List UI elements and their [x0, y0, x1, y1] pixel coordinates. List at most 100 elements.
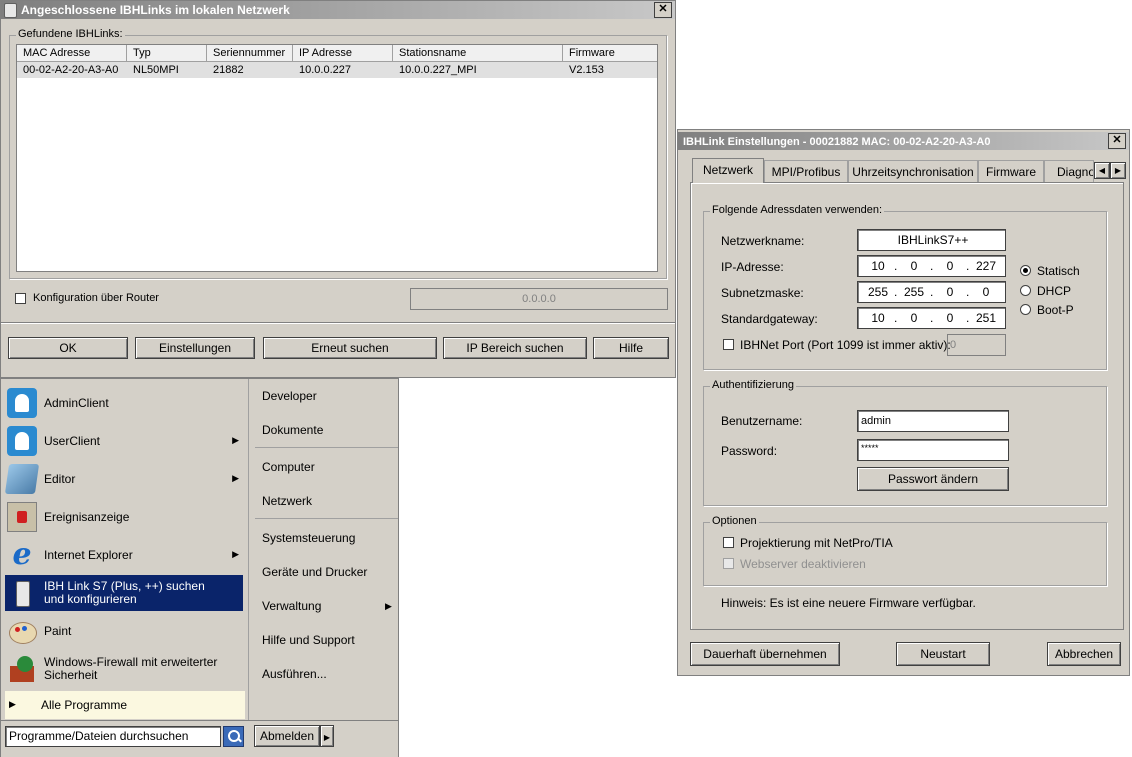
ip-dot: .	[930, 259, 934, 273]
restart-button[interactable]: Neustart	[896, 642, 990, 666]
tab-scroll-right-icon[interactable]: ▶	[1110, 162, 1126, 179]
right-item-run[interactable]: Ausführen...	[262, 667, 327, 681]
settings-button[interactable]: Einstellungen	[135, 337, 255, 359]
tab-scroll-left-icon[interactable]: ◀	[1094, 162, 1110, 179]
app-icon	[4, 3, 17, 18]
arrow-right-icon: ▶	[9, 699, 16, 709]
ip-dot: .	[966, 259, 970, 273]
webserver-checkbox[interactable]	[723, 558, 734, 569]
right-item-administration[interactable]: Verwaltung	[262, 599, 321, 613]
tab-diagnostics[interactable]: Diagno	[1044, 160, 1094, 182]
program-item-paint[interactable]: Paint	[5, 613, 243, 649]
search-icon[interactable]	[223, 726, 244, 747]
all-programs[interactable]: ▶ Alle Programme	[5, 691, 245, 719]
radio-dhcp[interactable]	[1020, 285, 1031, 296]
gateway-input[interactable]: 10 . 0 . 0 . 251	[857, 307, 1006, 329]
ip-range-button[interactable]: IP Bereich suchen	[443, 337, 587, 359]
subnet-mask-input[interactable]: 255 . 255 . 0 . 0	[857, 281, 1006, 303]
logoff-options-button[interactable]: ▶	[320, 725, 334, 747]
ok-button[interactable]: OK	[8, 337, 128, 359]
admin-client-icon	[7, 388, 37, 418]
ibhnet-port-label: IBHNet Port (Port 1099 ist immer aktiv):	[740, 338, 951, 352]
right-item-developer[interactable]: Developer	[262, 389, 317, 403]
firmware-hint: Hinweis: Es ist eine neuere Firmware ver…	[721, 596, 976, 610]
cancel-button[interactable]: Abbrechen	[1047, 642, 1121, 666]
logoff-label: Abmelden	[259, 729, 315, 743]
program-label: UserClient	[44, 433, 101, 448]
port-input[interactable]: 0	[947, 334, 1006, 356]
group-label: Folgende Adressdaten verwenden:	[710, 204, 885, 216]
ip-octet: 0	[982, 285, 990, 299]
column-header-type[interactable]: Typ	[127, 45, 207, 61]
right-item-network[interactable]: Netzwerk	[262, 494, 312, 508]
options-group: Optionen	[703, 515, 1107, 586]
help-button[interactable]: Hilfe	[593, 337, 669, 359]
tab-firmware[interactable]: Firmware	[978, 160, 1044, 182]
right-item-computer[interactable]: Computer	[262, 460, 315, 474]
column-header-ip[interactable]: IP Adresse	[293, 45, 393, 61]
radio-dhcp-label: DHCP	[1037, 284, 1072, 298]
right-item-help-support[interactable]: Hilfe und Support	[262, 633, 355, 647]
netname-input[interactable]: IBHLinkS7++	[857, 229, 1006, 251]
port-value: 0	[950, 339, 957, 351]
ip-octet: 10	[871, 311, 885, 325]
program-item-ibh-link[interactable]: IBH Link S7 (Plus, ++) suchen und konfig…	[5, 575, 243, 611]
column-header-firmware[interactable]: Firmware	[563, 45, 657, 61]
radio-bootp[interactable]	[1020, 304, 1031, 315]
search-input[interactable]: Programme/Dateien durchsuchen	[5, 726, 221, 747]
ibhnet-port-checkbox[interactable]	[723, 339, 734, 350]
netpro-checkbox[interactable]	[723, 537, 734, 548]
close-icon[interactable]: ✕	[654, 2, 672, 18]
right-item-control-panel[interactable]: Systemsteuerung	[262, 531, 355, 545]
ip-octet: 0	[910, 259, 918, 273]
password-input[interactable]: *****	[857, 439, 1009, 461]
gateway-label: Standardgateway:	[721, 312, 818, 326]
program-item-adminclient[interactable]: AdminClient	[5, 385, 243, 421]
username-value: admin	[861, 415, 891, 427]
username-input[interactable]: admin	[857, 410, 1009, 432]
webserver-label: Webserver deaktivieren	[740, 557, 866, 571]
window-title: Angeschlossene IBHLinks im lokalen Netzw…	[21, 3, 290, 17]
radio-static[interactable]	[1020, 265, 1031, 276]
router-ip-field[interactable]: 0.0.0.0	[410, 288, 668, 310]
change-password-button[interactable]: Passwort ändern	[857, 467, 1009, 491]
close-icon[interactable]: ✕	[1108, 133, 1126, 149]
netname-label: Netzwerkname:	[721, 234, 805, 248]
column-header-mac[interactable]: MAC Adresse	[17, 45, 127, 61]
column-header-serial[interactable]: Seriennummer	[207, 45, 293, 61]
table-row[interactable]: 00-02-A2-20-A3-A0 NL50MPI 21882 10.0.0.2…	[17, 62, 657, 78]
netname-value: IBHLinkS7++	[897, 233, 969, 247]
ip-octet: 0	[946, 259, 954, 273]
group-label: Optionen	[710, 515, 759, 527]
window-title: IBHLink Einstellungen - 00021882 MAC: 00…	[683, 136, 991, 148]
ip-dot: .	[966, 285, 970, 299]
router-ip-value: 0.0.0.0	[522, 293, 556, 305]
tab-mpi-profibus[interactable]: MPI/Profibus	[764, 160, 848, 182]
radio-static-label: Statisch	[1037, 264, 1080, 278]
ip-dot: .	[894, 285, 898, 299]
ip-octet: 251	[975, 311, 997, 325]
router-checkbox[interactable]	[15, 293, 26, 304]
settings-window-titlebar[interactable]: IBHLink Einstellungen - 00021882 MAC: 00…	[678, 132, 1129, 150]
column-header-station[interactable]: Stationsname	[393, 45, 563, 61]
program-item-internet-explorer[interactable]: e Internet Explorer ▶	[5, 537, 243, 573]
editor-icon	[4, 464, 40, 494]
radio-bootp-label: Boot-P	[1037, 303, 1074, 317]
ip-dot: .	[894, 311, 898, 325]
program-item-firewall[interactable]: Windows-Firewall mit erweiterter Sicherh…	[5, 651, 243, 687]
tab-time-sync[interactable]: Uhrzeitsynchronisation	[848, 160, 978, 182]
rescan-button[interactable]: Erneut suchen	[263, 337, 437, 359]
program-item-event-viewer[interactable]: Ereignisanzeige	[5, 499, 243, 535]
internet-explorer-icon: e	[12, 537, 32, 572]
right-item-devices-printers[interactable]: Geräte und Drucker	[262, 565, 367, 579]
logoff-button[interactable]: Abmelden	[254, 725, 320, 747]
right-item-documents[interactable]: Dokumente	[262, 423, 323, 437]
links-table: MAC Adresse Typ Seriennummer IP Adresse …	[16, 44, 658, 272]
ibh-window-titlebar[interactable]: Angeschlossene IBHLinks im lokalen Netzw…	[1, 1, 675, 19]
program-item-userclient[interactable]: UserClient ▶	[5, 423, 243, 459]
ip-address-input[interactable]: 10 . 0 . 0 . 227	[857, 255, 1006, 277]
all-programs-label: Alle Programme	[41, 698, 128, 712]
program-item-editor[interactable]: Editor ▶	[4, 461, 243, 497]
tab-network[interactable]: Netzwerk	[692, 158, 764, 183]
save-permanently-button[interactable]: Dauerhaft übernehmen	[690, 642, 840, 666]
